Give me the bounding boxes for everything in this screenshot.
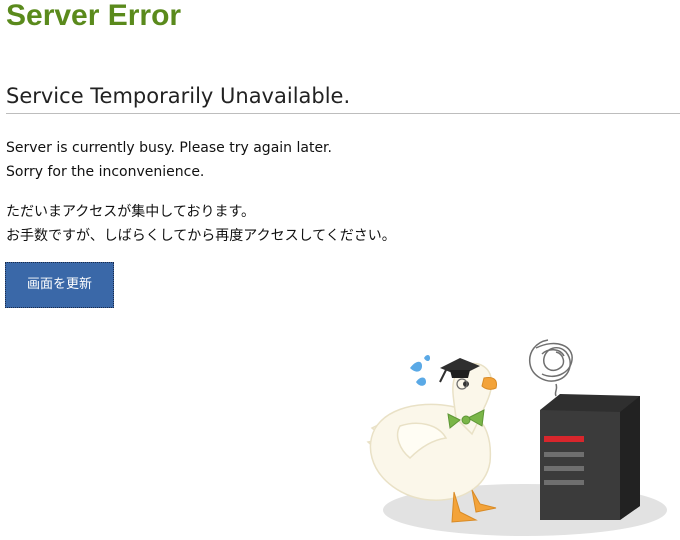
english-message: Server is currently busy. Please try aga… [6,136,332,184]
error-illustration [366,339,667,536]
page-subtitle: Service Temporarily Unavailable. [6,82,680,114]
confused-scribble-icon [528,339,573,397]
japanese-message-line-1: ただいまアクセスが集中しております。 [6,204,256,220]
refresh-button[interactable]: 画面を更新 [5,262,114,308]
japanese-message-line-2: お手数ですが、しばらくしてから再度アクセスしてください。 [6,228,396,244]
japanese-message: ただいまアクセスが集中しております。 お手数ですが、しばらくしてから再度アクセス… [6,200,396,248]
page-title: Server Error [6,0,182,32]
english-message-line-2: Sorry for the inconvenience. [6,164,205,180]
error-page: Server Error Service Temporarily Unavail… [0,0,680,540]
english-message-line-1: Server is currently busy. Please try aga… [6,140,332,156]
server-tower-icon [540,394,640,520]
sweat-drops-icon [410,355,430,386]
